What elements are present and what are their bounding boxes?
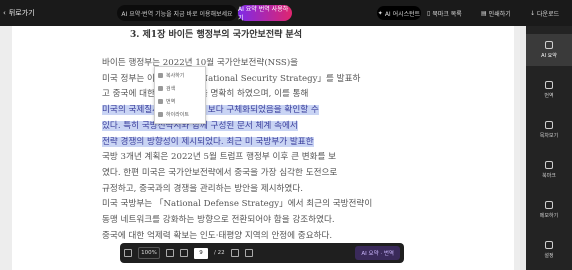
bookmark-icon: [545, 161, 553, 169]
search-icon: [158, 86, 163, 91]
sidebar-item-ai-summary[interactable]: AI 요약: [526, 34, 572, 66]
prev-page-icon[interactable]: [230, 249, 239, 257]
text-line: 국방 3개년 계획은 2022년 5월 트럼프 행정부 이후 큰 변화를 보: [102, 152, 337, 163]
list-icon: [545, 121, 553, 129]
sidebar-item-settings[interactable]: 설정: [526, 234, 572, 266]
fit-page-icon[interactable]: [180, 249, 188, 257]
highlight: 미국의 국제질서 유지 전략이 보다 구체화되었음을 확인할 수: [102, 105, 319, 116]
context-item-search[interactable]: 검색: [158, 82, 202, 95]
ai-summary-translate-button[interactable]: AI 요약 번역 사용하기: [238, 5, 292, 22]
memo-icon: [545, 201, 553, 209]
bookmark-icon: ▯: [427, 9, 431, 17]
translate-icon: [545, 81, 553, 89]
document-page[interactable]: 3. 제1장 바이든 행정부의 국가안보전략 분석 바이든 행정부는 2022년…: [12, 26, 514, 270]
page-number-input[interactable]: 9: [194, 247, 208, 259]
back-button[interactable]: ‹ 뒤로가기: [3, 6, 35, 20]
text-line: 동맹 네트워크를 강화하는 방향으로 전환되어야 함을 강조하였다.: [102, 215, 335, 226]
zoom-out-icon[interactable]: [124, 249, 132, 257]
page-title: 3. 제1장 바이든 행정부의 국가안보전략 분석: [130, 30, 303, 40]
context-item-highlight[interactable]: 하이라이트: [158, 108, 202, 121]
sidebar-item-memo[interactable]: 메모하기: [526, 194, 572, 226]
sidebar-item-bookmark[interactable]: 북마크: [526, 154, 572, 186]
print-button[interactable]: ▤ 인쇄하기: [481, 6, 511, 20]
top-bar: ‹ 뒤로가기 AI 요약·번역 기능을 지금 바로 이용해보세요 AI 요약 번…: [0, 0, 572, 26]
highlight: 전략 경쟁의 방향성이 제시되었다. 최근 미 국방부가 발표한: [102, 136, 314, 147]
translate-icon: [158, 99, 163, 104]
ai-summary-translate-toolbar-button[interactable]: AI 요약 · 번역: [355, 246, 400, 260]
text-line: 규정하고, 중국과의 경쟁을 관리하는 방안을 제시하였다.: [102, 183, 303, 194]
gear-icon: [545, 241, 553, 249]
ai-assistant-button[interactable]: ✦ AI 어시스턴트: [377, 6, 421, 20]
context-item-copy[interactable]: 복사하기: [158, 69, 202, 82]
next-page-icon[interactable]: [244, 249, 253, 257]
context-item-translate[interactable]: 번역: [158, 95, 202, 108]
chevron-left-icon: ‹: [3, 9, 6, 17]
document-viewer[interactable]: 3. 제1장 바이든 행정부의 국가안보전략 분석 바이든 행정부는 2022년…: [0, 26, 520, 270]
selection-context-menu: 복사하기 검색 번역 하이라이트: [154, 66, 206, 124]
text-line: 미국 국방부는 「National Defense Strategy」에서 최근…: [102, 199, 373, 210]
highlight-icon: [158, 112, 163, 117]
print-icon: ▤: [481, 9, 487, 17]
sidebar-item-toc[interactable]: 목차보기: [526, 114, 572, 146]
right-sidebar: AI 요약 번역 목차보기 북마크 메모하기 설정: [526, 26, 572, 270]
bottom-toolbar: 100% 9 / 22 AI 요약 · 번역: [120, 243, 404, 263]
sidebar-item-translate[interactable]: 번역: [526, 74, 572, 106]
panel-collapse-handle[interactable]: ‹: [518, 166, 520, 176]
page-total: / 22: [214, 250, 225, 256]
copy-icon: [158, 73, 163, 78]
zoom-in-icon[interactable]: [166, 249, 174, 257]
bookmark-list-button[interactable]: ▯ 북마크 목록: [427, 6, 462, 20]
text-line-highlighted: 전략 경쟁의 방향성이 제시되었다. 최근 미 국방부가 발표한: [102, 135, 462, 151]
back-label: 뒤로가기: [8, 9, 35, 17]
download-icon: ↓: [530, 9, 536, 17]
download-button[interactable]: ↓ 다운로드: [530, 6, 559, 20]
sparkle-icon: ✦: [377, 9, 383, 17]
promo-banner: AI 요약·번역 기능을 지금 바로 이용해보세요: [117, 5, 237, 21]
text-line: 였다. 한편 미국은 국가안보전략에서 중국을 가장 심각한 도전으로: [102, 167, 338, 178]
zoom-level[interactable]: 100%: [138, 247, 160, 259]
ai-summary-icon: [545, 41, 553, 49]
